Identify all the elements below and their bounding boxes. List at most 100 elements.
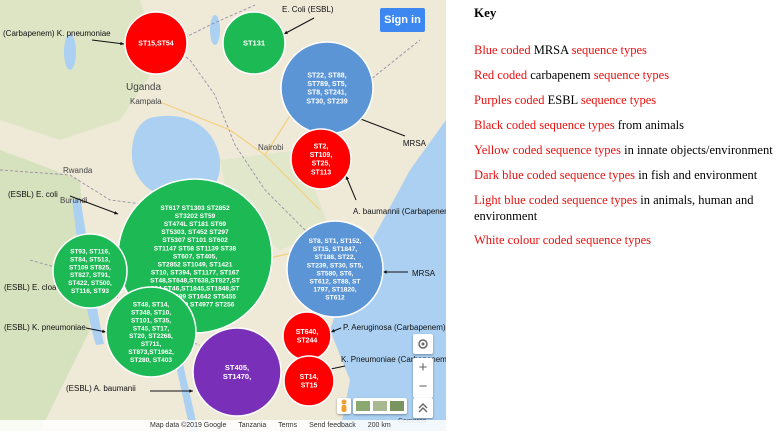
callout-label: MRSA <box>412 269 436 278</box>
bubble-label: ST15,ST54 <box>138 40 174 47</box>
key-item-text: ESBL <box>544 93 581 107</box>
bubble-label: ST580, ST6, <box>316 270 353 277</box>
key-item-color-label: Blue coded <box>474 43 531 57</box>
sequence-type-bubble[interactable]: ST2,ST109, ST25,ST113 <box>290 128 352 190</box>
bubble-label: ST1147 ST58 ST1139 ST38 <box>154 245 237 252</box>
lake-small <box>210 15 220 45</box>
key-item-color-label: White colour coded sequence types <box>474 233 652 247</box>
key-item-text: from animals <box>614 118 685 132</box>
key-title: Key <box>474 5 497 20</box>
sequence-type-bubble[interactable]: ST93, ST116,ST84, ST513,ST109 ST825,ST82… <box>52 233 128 309</box>
layer-thumbnails-icon <box>356 401 404 411</box>
sequence-type-bubble[interactable]: ST22, ST88,ST789, ST5, ST8, ST241,ST30, S… <box>280 41 374 135</box>
bubble-label: ST30, ST239 <box>306 98 347 105</box>
place-label: Kampala <box>130 97 162 106</box>
bubble-label: ST25, <box>312 161 331 168</box>
layer-thumbnails[interactable] <box>353 398 407 414</box>
bubble-label: ST20, ST2268, <box>129 333 173 340</box>
place-label: Uganda <box>126 82 161 93</box>
callout-label: (ESBL) K. pneumoniae <box>4 323 86 332</box>
bubble-label: ST101, ST35, <box>131 317 171 324</box>
sequence-type-bubble[interactable]: ST48, ST14,ST348, ST10,ST101, ST35,ST45,… <box>105 286 197 378</box>
bubble-label: ST2852 ST1049, ST1421 <box>158 261 233 268</box>
key-item-text: MRSA <box>530 43 572 57</box>
callout: P. Aeruginosa (Carbapenem) <box>330 323 446 333</box>
key-item-text: carbapenem <box>527 68 594 82</box>
bubble-label: ST2, <box>314 144 329 151</box>
pegman-icon <box>341 399 347 412</box>
bubble-label: ST640, <box>296 329 319 336</box>
key-item-color-label: Light blue coded sequence types <box>474 193 638 207</box>
bubble-label: ST1470, <box>223 372 251 381</box>
key-item: Black coded sequence types from animals <box>474 117 774 133</box>
sequence-type-bubble[interactable]: ST15,ST54 <box>124 11 188 75</box>
key-item-tail: sequence types <box>593 68 670 82</box>
map-canvas[interactable]: UgandaKampalaKenyaNairobiRwandaBurundiMo… <box>0 0 454 431</box>
sequence-type-bubble[interactable]: ST640, ST244 <box>282 311 332 361</box>
bubble-label: ST239, ST30, ST5, <box>307 262 364 269</box>
key-item: Yellow coded sequence types in innate ob… <box>474 142 774 158</box>
callout-label: MRSA <box>403 139 427 148</box>
key-item-color-label: Black coded sequence types <box>474 118 615 132</box>
bubble-label: ST84, ST513, <box>70 256 110 263</box>
sequence-type-bubble[interactable]: ST14, ST15 <box>283 355 335 407</box>
bubble-label: ST93, ST116, <box>70 248 110 255</box>
bubble-label: ST48,ST648,ST638,ST827,ST <box>150 277 240 284</box>
bubble-label: ST15, ST1847, <box>313 246 358 253</box>
terms-link[interactable]: Terms <box>278 422 297 429</box>
bubble-label: ST5307 ST101 ST602 <box>162 237 228 244</box>
expand-button[interactable] <box>413 398 433 418</box>
key-item-text: in innate objects/environment <box>620 143 773 157</box>
key-panel: Key Blue coded MRSA sequence types Red co… <box>446 0 778 431</box>
bubble-label: ST607, ST405, <box>173 253 218 260</box>
key-item: Red coded carbapenem sequence types <box>474 67 774 83</box>
callout-label: A. baumannii (Carbapenem) <box>353 207 446 216</box>
pegman-button[interactable] <box>337 398 351 414</box>
bubble-label: ST8, ST241, <box>307 90 346 97</box>
sequence-type-bubble[interactable]: ST405,ST1470, <box>192 327 282 417</box>
zoom-out-button[interactable]: − <box>413 378 433 398</box>
key-item-tail: sequence types <box>580 93 657 107</box>
bubble-label: ST422, ST500, <box>68 280 112 287</box>
bubble-label: ST45, ST17, <box>133 325 170 332</box>
bubble-label: ST3202 ST59 <box>175 213 216 220</box>
callout-label: (ESBL) A. baumanii <box>66 384 136 393</box>
bubble-label: ST5303, ST452 ST297 <box>161 229 229 236</box>
bubble-label: ST22, ST88, <box>307 73 346 80</box>
bubble-label: 1797, ST1820, <box>313 286 356 293</box>
callout-label: E. Coli (ESBL) <box>282 5 334 14</box>
attribution-region: Tanzania <box>238 422 267 429</box>
key-item: White colour coded sequence types <box>474 232 774 248</box>
bubble-label: ST116, ST93 <box>71 288 109 295</box>
sign-in-button[interactable]: Sign in <box>380 8 425 32</box>
bubble-label: ST15 <box>301 383 318 390</box>
key-item-color-label: Yellow coded sequence types <box>474 143 621 157</box>
bubble-label: ST405, <box>225 363 249 372</box>
key-item: Purples coded ESBL sequence types <box>474 92 774 108</box>
key-item: Dark blue coded sequence types in fish a… <box>474 167 774 183</box>
key-item-color-label: Red coded <box>474 68 528 82</box>
map-panel[interactable]: UgandaKampalaKenyaNairobiRwandaBurundiMo… <box>0 0 454 431</box>
zoom-in-button[interactable]: + <box>413 358 433 378</box>
bubble-label: ST280, ST403 <box>130 357 172 364</box>
key-item-color-label: Purples coded <box>474 93 545 107</box>
my-location-icon <box>418 339 428 349</box>
key-item: Light blue coded sequence types in anima… <box>474 192 774 224</box>
my-location-button[interactable] <box>413 334 433 354</box>
bubble-label: ST348, ST10, <box>131 309 171 316</box>
bubble-label: ST873,ST1962, <box>128 349 174 356</box>
place-label: Nairobi <box>258 143 284 152</box>
callout-label: P. Aeruginosa (Carbapenem) <box>343 323 446 332</box>
chevron-up-icon <box>418 403 428 413</box>
sequence-type-bubble[interactable]: ST131 <box>222 11 286 75</box>
bubble-label: ST14, <box>300 374 319 381</box>
map-attribution: Map data ©2019 Google Tanzania Terms Sen… <box>0 420 446 431</box>
scale-label: 200 km <box>367 422 391 429</box>
attribution-map-data: Map data ©2019 Google <box>150 422 227 429</box>
bubble-label: ST10, ST394, ST1177, ST167 <box>151 269 240 276</box>
send-feedback-link[interactable]: Send feedback <box>309 422 356 429</box>
bubble-label: ST474L ST181 ST69 <box>164 221 227 228</box>
bubble-label: ST109 ST825, <box>69 264 111 271</box>
sequence-type-bubble[interactable]: ST8, ST1, ST152,ST15, ST1847,ST188, ST22… <box>286 220 384 318</box>
bubble-label: ST612 <box>325 294 345 301</box>
